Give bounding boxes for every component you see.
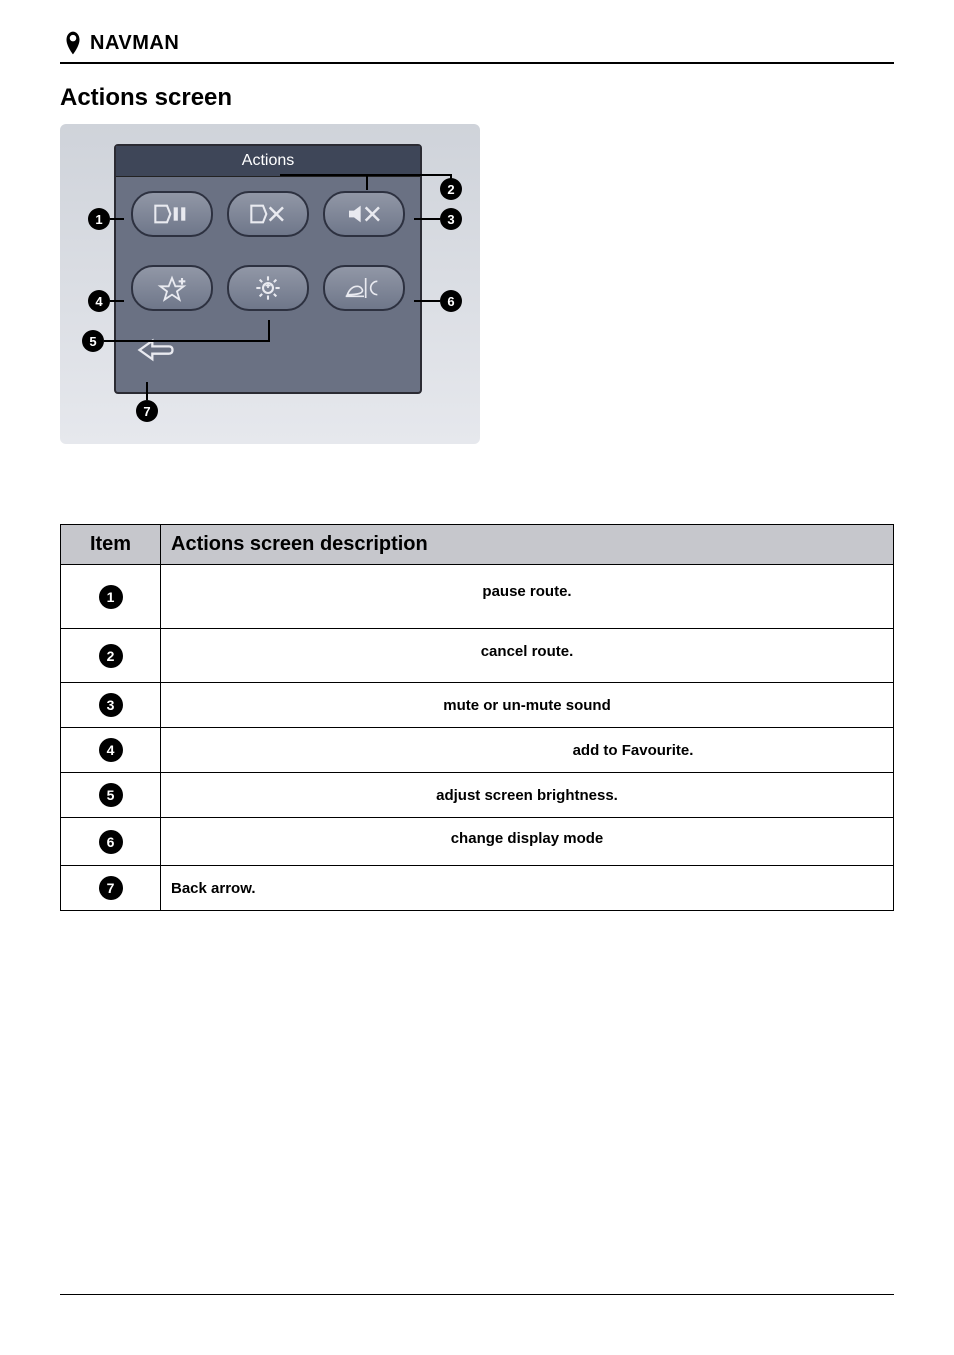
table-row: 7 Back arrow. xyxy=(61,866,894,911)
row-desc: adjust screen brightness. xyxy=(161,773,894,818)
row-num: 5 xyxy=(99,783,123,807)
th-item: Item xyxy=(61,525,161,565)
table-row: 2 cancel route. xyxy=(61,629,894,683)
device-screenshot: Actions xyxy=(60,124,480,444)
lead-3 xyxy=(414,218,440,220)
table-row: 4 add to Favourite. xyxy=(61,728,894,773)
table-row: 6 change display mode xyxy=(61,818,894,866)
brightness-icon xyxy=(248,273,288,303)
pause-icon xyxy=(152,199,192,229)
row-num: 1 xyxy=(99,585,123,609)
row-desc: pause route. xyxy=(161,565,894,629)
lead-5h xyxy=(104,340,268,342)
icon-row-1 xyxy=(116,177,420,251)
lead-4 xyxy=(110,300,124,302)
brand-name: NAVMAN xyxy=(90,32,179,55)
lead-6 xyxy=(414,300,440,302)
lead-5v xyxy=(268,320,270,342)
callout-7: 7 xyxy=(136,400,158,422)
display-mode-button[interactable] xyxy=(323,265,405,311)
callout-5: 5 xyxy=(82,330,104,352)
back-button[interactable] xyxy=(126,333,186,367)
table-row: 3 mute or un-mute sound xyxy=(61,683,894,728)
lead-7 xyxy=(146,382,148,400)
th-desc: Actions screen description xyxy=(161,525,894,565)
brightness-button[interactable] xyxy=(227,265,309,311)
cancel-route-icon xyxy=(248,199,288,229)
callout-3: 3 xyxy=(440,208,462,230)
row-num: 2 xyxy=(99,644,123,668)
section-title: Actions screen xyxy=(60,84,894,112)
row-num: 7 xyxy=(99,876,123,900)
screen-title: Actions xyxy=(116,146,420,177)
row-num: 4 xyxy=(99,738,123,762)
row-desc: change display mode xyxy=(161,818,894,866)
lead-2v xyxy=(366,174,368,190)
callout-1: 1 xyxy=(88,208,110,230)
cancel-route-button[interactable] xyxy=(227,191,309,237)
icon-row-2 xyxy=(116,251,420,325)
description-table: Item Actions screen description 1 pause … xyxy=(60,524,894,911)
pause-route-button[interactable] xyxy=(131,191,213,237)
table-row: 5 adjust screen brightness. xyxy=(61,773,894,818)
row-desc: cancel route. xyxy=(161,629,894,683)
row-desc: mute or un-mute sound xyxy=(161,683,894,728)
mute-icon xyxy=(344,199,384,229)
lead-1 xyxy=(110,218,124,220)
row-num: 6 xyxy=(99,830,123,854)
page-header: NAVMAN xyxy=(60,30,894,64)
mute-sound-button[interactable] xyxy=(323,191,405,237)
callout-4: 4 xyxy=(88,290,110,312)
device-screen: Actions xyxy=(114,144,422,394)
day-night-icon xyxy=(344,273,384,303)
callout-6: 6 xyxy=(440,290,462,312)
table-row: 1 pause route. xyxy=(61,565,894,629)
footer-rule xyxy=(60,1294,894,1295)
row-num: 3 xyxy=(99,693,123,717)
lead-2h2 xyxy=(450,174,452,182)
add-favourite-button[interactable] xyxy=(131,265,213,311)
lead-2h1 xyxy=(280,174,450,176)
row-desc: Back arrow. xyxy=(161,866,894,911)
navman-logo-icon xyxy=(60,30,86,56)
star-plus-icon xyxy=(152,273,192,303)
row-desc: add to Favourite. xyxy=(161,728,894,773)
